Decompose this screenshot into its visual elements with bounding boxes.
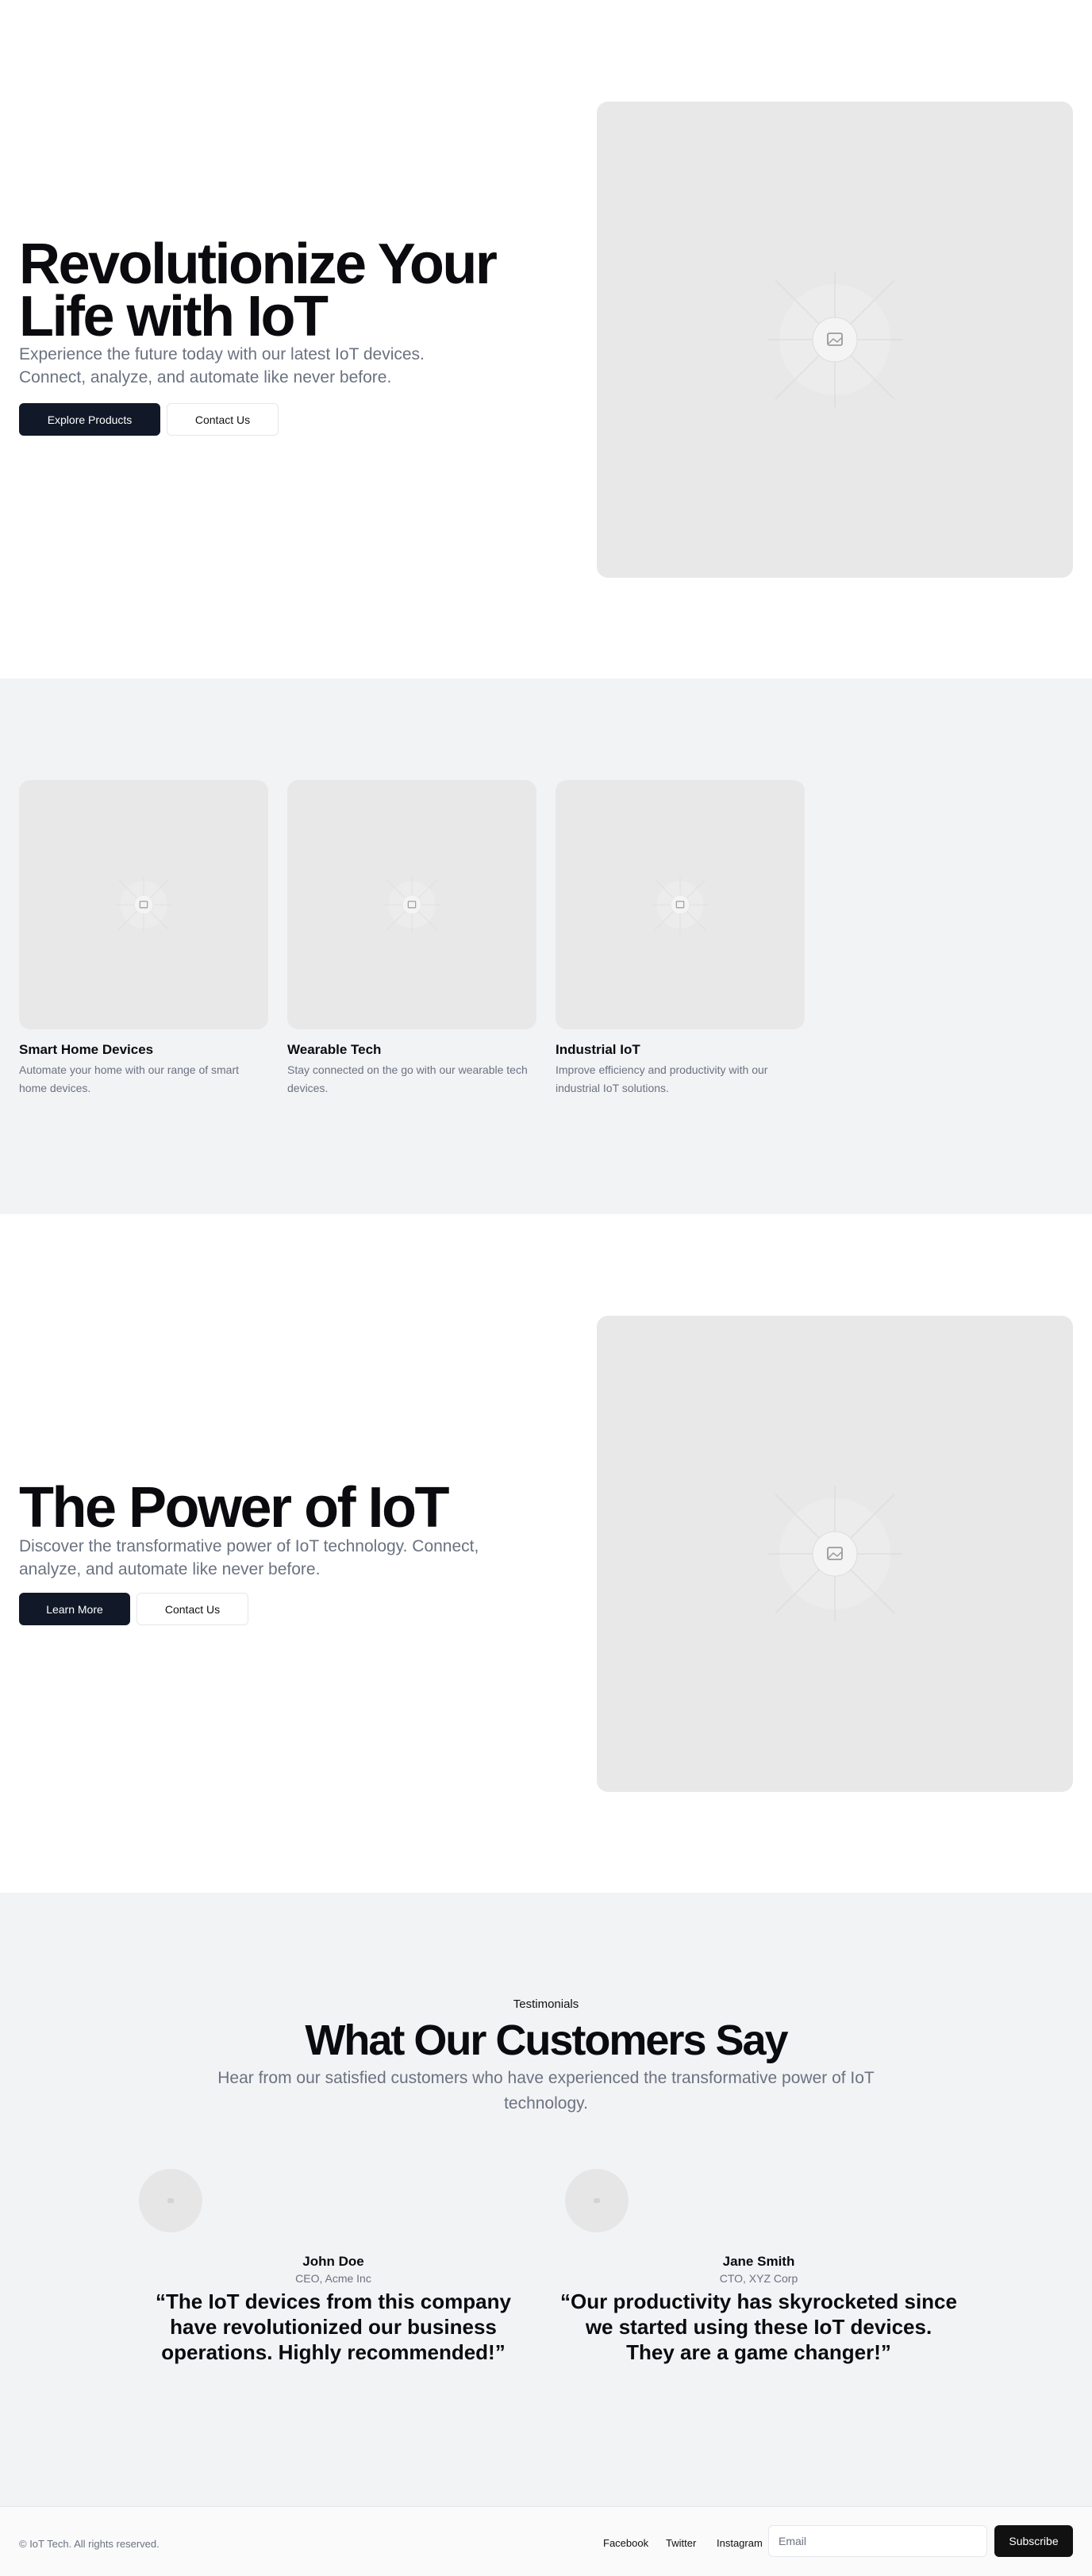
footer: © IoT Tech. All rights reserved. Faceboo… xyxy=(0,2506,1092,2576)
power-title: The Power of IoT xyxy=(19,1476,450,1540)
hero-image xyxy=(597,102,1073,578)
email-input[interactable] xyxy=(768,2525,987,2557)
feature-image-wearable xyxy=(287,780,536,1029)
testimonials-subtitle: Hear from our satisfied customers who ha… xyxy=(217,2069,875,2113)
feature-description: Improve efficiency and productivity with… xyxy=(556,1063,768,1094)
features-section: Smart Home Devices Automate your home wi… xyxy=(0,679,1092,1214)
testimonials-eyebrow: Testimonials xyxy=(513,1997,579,2011)
feature-title: Industrial IoT xyxy=(556,1042,640,1057)
copyright-text: © IoT Tech. All rights reserved. xyxy=(19,2538,160,2550)
image-placeholder-icon xyxy=(115,876,172,933)
testimonial-name: John Doe xyxy=(302,2254,364,2269)
explore-products-button[interactable]: Explore Products xyxy=(19,403,160,436)
testimonial-role: CTO, XYZ Corp xyxy=(719,2272,798,2285)
hero-title: Revolutionize Your Life with IoT xyxy=(19,233,498,348)
instagram-link[interactable]: Instagram xyxy=(717,2537,763,2549)
feature-description: Stay connected on the go with our wearab… xyxy=(287,1063,528,1094)
feature-image-industrial xyxy=(556,780,805,1029)
contact-us-button[interactable]: Contact Us xyxy=(167,403,279,436)
hero-subtitle: Experience the future today with our lat… xyxy=(19,345,425,386)
feature-title: Smart Home Devices xyxy=(19,1042,154,1057)
power-subtitle: Discover the transformative power of IoT… xyxy=(19,1537,479,1578)
learn-more-button[interactable]: Learn More xyxy=(19,1593,130,1625)
image-placeholder-icon xyxy=(767,1486,902,1621)
feature-title: Wearable Tech xyxy=(287,1042,382,1057)
testimonials-title: What Our Customers Say xyxy=(305,2017,788,2064)
testimonial-role: CEO, Acme Inc xyxy=(295,2272,371,2285)
testimonials-section: Testimonials What Our Customers Say Hear… xyxy=(0,1893,1092,2506)
feature-description: Automate your home with our range of sma… xyxy=(19,1063,240,1094)
feature-image-smart-home xyxy=(19,780,268,1029)
avatar xyxy=(565,2169,629,2232)
subscribe-button[interactable]: Subscribe xyxy=(994,2525,1073,2557)
facebook-link[interactable]: Facebook xyxy=(603,2537,648,2549)
power-section: The Power of IoT Discover the transforma… xyxy=(0,1214,1092,1893)
contact-us-button[interactable]: Contact Us xyxy=(136,1593,248,1625)
image-placeholder-icon xyxy=(383,876,440,933)
testimonial-name: Jane Smith xyxy=(722,2254,795,2269)
power-image xyxy=(597,1316,1073,1792)
image-placeholder-icon xyxy=(652,876,709,933)
testimonial-quote: “The IoT devices from this company have … xyxy=(156,2290,511,2364)
twitter-link[interactable]: Twitter xyxy=(666,2537,696,2549)
hero-section: Revolutionize Your Life with IoT Experie… xyxy=(0,0,1092,679)
image-placeholder-icon xyxy=(767,272,902,407)
testimonial-quote: “Our productivity has skyrocketed since … xyxy=(560,2290,957,2364)
avatar xyxy=(139,2169,202,2232)
